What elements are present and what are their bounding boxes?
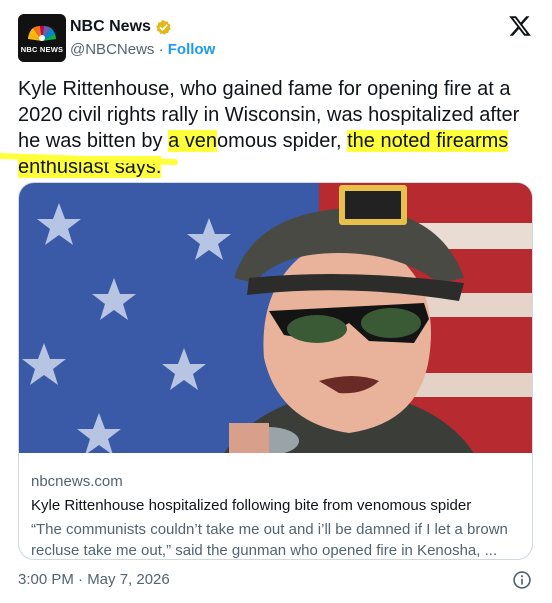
info-icon[interactable] [512, 570, 532, 590]
card-image[interactable] [19, 183, 533, 453]
follow-button[interactable]: Follow [168, 41, 216, 58]
card-description: “The communists couldn’t take me out and… [31, 521, 508, 559]
account-name-row: NBC News [70, 18, 172, 36]
account-handle[interactable]: @NBCNews [70, 41, 154, 58]
link-card[interactable]: nbcnews.com Kyle Rittenhouse hospitalize… [18, 182, 533, 560]
avatar[interactable]: NBC NEWS [18, 14, 66, 62]
highlighter-underline-mark [0, 153, 178, 165]
x-logo-icon[interactable] [508, 14, 532, 38]
avatar-label: NBC NEWS [20, 45, 64, 54]
verified-badge-icon[interactable] [155, 19, 172, 36]
handle-row: @NBCNews · Follow [70, 41, 215, 58]
tweet-container: NBC NEWS NBC News @NBCNews · Follow Kyle… [0, 0, 552, 603]
handle-separator: · [158, 41, 164, 58]
nbc-peacock-logo-icon [28, 25, 56, 41]
card-title[interactable]: Kyle Rittenhouse hospitalized following … [31, 495, 526, 517]
tweet-timestamp[interactable]: 3:00 PM · May 7, 2026 [18, 571, 170, 588]
card-meta: nbcnews.com Kyle Rittenhouse hospitalize… [31, 471, 526, 559]
tweet-text-highlight1: a ven [168, 130, 218, 152]
card-domain: nbcnews.com [31, 473, 123, 490]
tweet-text-part2: omous spider, [217, 130, 348, 152]
account-name[interactable]: NBC News [70, 18, 151, 36]
